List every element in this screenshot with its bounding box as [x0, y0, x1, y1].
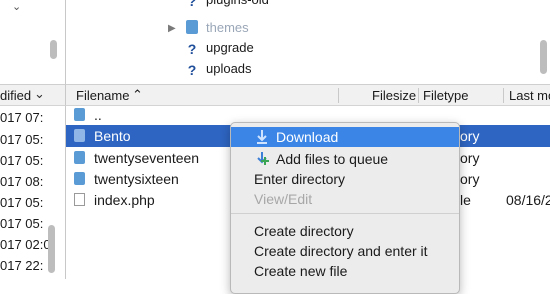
local-modified-cell: 017 05:: [0, 216, 44, 231]
folder-icon: [74, 129, 85, 142]
menu-item-enter-directory[interactable]: Enter directory: [231, 169, 459, 189]
local-modified-cell: 017 05:: [0, 132, 44, 147]
tree-item-upgrade[interactable]: ? upgrade: [186, 40, 254, 60]
menu-separator: [231, 213, 459, 214]
remote-directory-tree[interactable]: ? plugins-old themes ? upgrade ? uploads: [66, 0, 550, 84]
local-tree-scrollbar[interactable]: [50, 40, 57, 59]
filetype-cell: ory: [460, 128, 480, 144]
menu-item-view-edit[interactable]: View/Edit: [231, 189, 459, 209]
sort-chevron-down-icon: ⌄: [34, 86, 45, 101]
filename-cell: twentysixteen: [94, 171, 179, 187]
menu-item-label: Enter directory: [254, 171, 346, 187]
question-icon: ?: [187, 0, 197, 9]
folder-icon: [186, 20, 198, 34]
folder-icon: [74, 172, 85, 185]
menu-item-create-new-file[interactable]: Create new file: [231, 261, 459, 281]
filename-cell: Bento: [94, 128, 131, 144]
column-divider[interactable]: [418, 88, 419, 103]
local-list-header[interactable]: dified ⌄: [0, 84, 66, 106]
menu-item-label: Create directory: [254, 223, 354, 239]
tree-item-label: themes: [206, 20, 249, 35]
local-modified-cell: 017 02:0: [0, 237, 51, 252]
filetype-cell: le: [460, 192, 471, 208]
context-menu: Download Add files to queue Enter direct…: [230, 122, 460, 294]
local-modified-cell: 017 08:: [0, 174, 44, 189]
question-icon: ?: [187, 62, 197, 78]
tree-item-uploads[interactable]: ? uploads: [186, 61, 252, 81]
local-modified-cell: 017 05:: [0, 153, 44, 168]
tree-item-label: plugins-old: [206, 0, 269, 7]
last-modified-column-header[interactable]: dified: [0, 88, 31, 103]
filename-column-header[interactable]: Filename: [76, 88, 129, 103]
expand-triangle-icon[interactable]: ▶: [168, 23, 176, 34]
tree-item-label: uploads: [206, 61, 252, 76]
remote-tree-scrollbar[interactable]: [540, 40, 547, 74]
file-icon: [74, 193, 85, 206]
local-modified-cell: 017 07:: [0, 110, 44, 125]
menu-item-create-directory-and-enter[interactable]: Create directory and enter it: [231, 241, 459, 261]
filesize-column-header[interactable]: Filesize: [372, 88, 416, 103]
local-file-list[interactable]: 017 07: 017 05: 017 05: 017 08: 017 05: …: [0, 106, 66, 279]
menu-item-label: Create new file: [254, 263, 348, 279]
tree-item-label: upgrade: [206, 40, 254, 55]
chevron-down-icon: ⌄: [12, 1, 22, 13]
filename-cell: twentyseventeen: [94, 150, 200, 166]
add-to-queue-icon: [257, 152, 269, 165]
local-modified-cell: 017 22:: [0, 258, 44, 273]
filename-cell: index.php: [94, 192, 155, 208]
last-modified-cell: 08/16/2: [506, 192, 550, 208]
filetype-cell: ory: [460, 150, 480, 166]
folder-icon: [74, 151, 85, 164]
menu-item-add-files-to-queue[interactable]: Add files to queue: [231, 149, 459, 169]
remote-list-header[interactable]: Filename ⌃ Filesize Filetype Last mo: [66, 84, 550, 106]
menu-item-create-directory[interactable]: Create directory: [231, 221, 459, 241]
local-list-scrollbar[interactable]: [48, 225, 55, 273]
folder-icon: [74, 108, 85, 121]
filetype-cell: ory: [460, 171, 480, 187]
sort-ascending-icon: ⌃: [132, 87, 143, 102]
menu-item-download[interactable]: Download: [231, 127, 459, 147]
column-divider[interactable]: [338, 88, 339, 103]
column-divider[interactable]: [503, 88, 504, 103]
menu-item-label: Create directory and enter it: [254, 243, 428, 259]
filename-cell: ..: [94, 107, 102, 123]
question-icon: ?: [187, 41, 197, 57]
menu-item-label: View/Edit: [254, 191, 313, 207]
tree-item-plugins-old[interactable]: ? plugins-old: [186, 0, 269, 12]
last-modified-column-header[interactable]: Last mo: [509, 88, 550, 103]
menu-item-label: Add files to queue: [276, 151, 389, 167]
filetype-column-header[interactable]: Filetype: [423, 88, 469, 103]
local-modified-cell: 017 05:: [0, 195, 44, 210]
download-icon: [257, 130, 267, 144]
tree-item-themes[interactable]: themes: [186, 20, 249, 40]
menu-item-label: Download: [276, 129, 339, 145]
